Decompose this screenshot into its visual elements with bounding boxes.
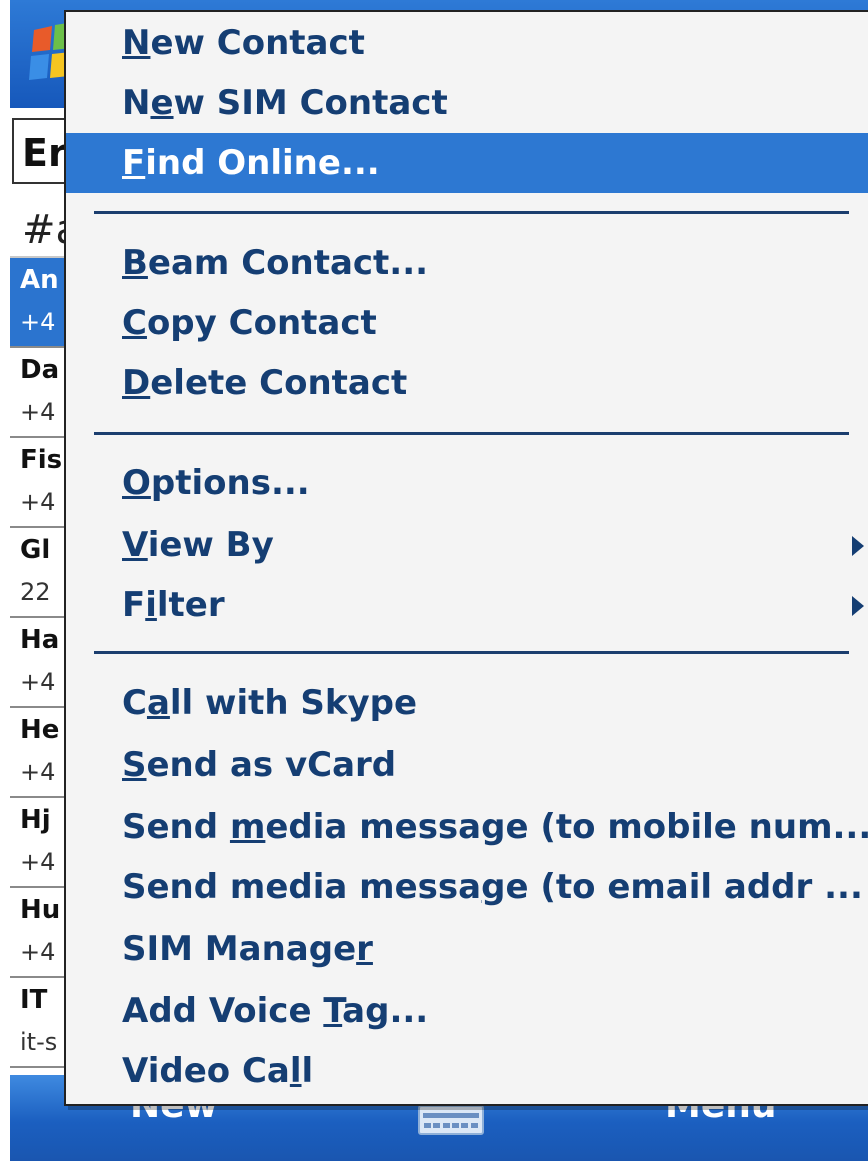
menu-item-copy-contact[interactable]: Copy Contact <box>66 293 868 353</box>
menu-item-delete-contact[interactable]: Delete Contact <box>66 353 868 413</box>
submenu-arrow-icon <box>852 536 864 556</box>
menu-item-send-media-email[interactable]: Send media message (to email addr ... <box>66 857 868 917</box>
menu-item-find-online[interactable]: Find Online... <box>66 133 868 193</box>
menu-item-send-media-mobile[interactable]: Send media message (to mobile num... <box>66 797 868 857</box>
menu-item-sim-manager[interactable]: SIM Manager <box>66 919 868 979</box>
menu-separator <box>94 211 849 214</box>
menu-separator <box>94 651 849 654</box>
menu-item-send-as-vcard[interactable]: Send as vCard <box>66 735 868 795</box>
menu-item-call-with-skype[interactable]: Call with Skype <box>66 673 868 733</box>
menu-item-beam-contact[interactable]: Beam Contact... <box>66 233 868 293</box>
menu-item-video-call[interactable]: Video Call <box>66 1041 868 1101</box>
menu-item-filter[interactable]: Filter <box>66 575 868 635</box>
menu-item-add-voice-tag[interactable]: Add Voice Tag... <box>66 981 868 1041</box>
keyboard-icon[interactable] <box>418 1105 484 1135</box>
menu-item-options[interactable]: Options... <box>66 453 868 513</box>
submenu-arrow-icon <box>852 596 864 616</box>
menu-separator <box>94 432 849 435</box>
menu-item-new-contact[interactable]: New Contact <box>66 13 868 73</box>
menu-item-view-by[interactable]: View By <box>66 515 868 575</box>
menu-item-new-sim-contact[interactable]: New SIM Contact <box>66 73 868 133</box>
context-menu: New Contact New SIM Contact Find Online.… <box>64 10 868 1106</box>
